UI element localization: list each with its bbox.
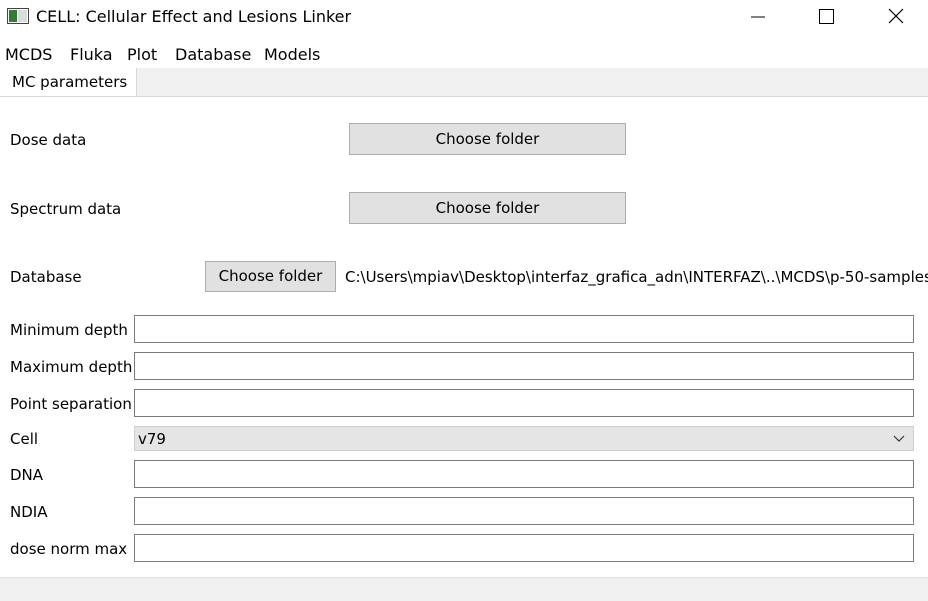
maximum-depth-input[interactable] [134,352,914,380]
cell-select-value: v79 [138,430,166,448]
minimum-depth-input[interactable] [134,315,914,343]
dose-data-label: Dose data [10,131,87,149]
maximize-icon [819,9,834,24]
maximize-button[interactable] [794,0,858,34]
dna-label: DNA [10,466,44,484]
cell-select[interactable]: v79 [134,426,914,451]
close-icon [888,8,904,24]
dna-input[interactable] [134,460,914,488]
menu-plot[interactable]: Plot [127,44,157,66]
title-bar: CELL: Cellular Effect and Lesions Linker [0,0,928,34]
status-bar [0,577,928,601]
menu-fluka[interactable]: Fluka [70,44,113,66]
dose-norm-max-label: dose norm max [10,540,128,558]
tab-label: MC parameters [12,73,128,91]
app-window-icon [7,8,29,24]
menu-bar: MCDS Fluka Plot Database Models [0,42,928,68]
spectrum-data-label: Spectrum data [10,200,122,218]
tab-mc-parameters[interactable]: MC parameters [0,68,137,96]
menu-models[interactable]: Models [264,44,320,66]
chevron-down-icon [893,435,905,442]
ndia-label: NDIA [10,503,48,521]
menu-mcds[interactable]: MCDS [5,44,52,66]
minimize-button[interactable] [726,0,790,34]
close-button[interactable] [864,0,928,34]
maximum-depth-label: Maximum depth [10,358,133,376]
point-separation-input[interactable] [134,389,914,417]
spectrum-data-choose-folder-button[interactable]: Choose folder [349,192,626,224]
point-separation-label: Point separation [10,395,132,413]
window-title: CELL: Cellular Effect and Lesions Linker [36,7,352,26]
tab-bar: MC parameters [0,68,928,97]
database-label: Database [10,268,82,286]
database-path: C:\Users\mpiav\Desktop\interfaz_grafica_… [345,268,928,286]
dose-norm-max-input[interactable] [134,534,914,562]
menu-database[interactable]: Database [175,44,251,66]
minimum-depth-label: Minimum depth [10,321,128,339]
database-choose-folder-button[interactable]: Choose folder [205,261,336,292]
ndia-input[interactable] [134,497,914,525]
cell-label: Cell [10,430,39,448]
dose-data-choose-folder-button[interactable]: Choose folder [349,123,626,155]
minimize-icon [751,16,765,18]
